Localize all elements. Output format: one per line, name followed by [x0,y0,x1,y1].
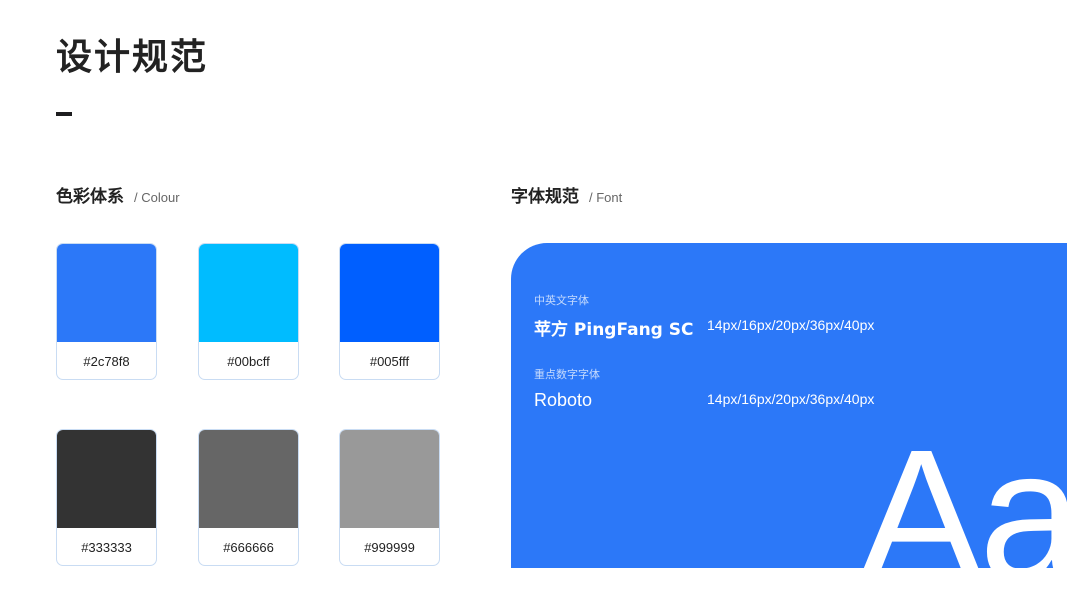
font-section-header: 字体规范 / Font [511,182,622,207]
swatch-color [340,244,439,342]
color-swatch: #00bcff [198,243,299,380]
swatch-color [199,244,298,342]
color-swatch: #999999 [339,429,440,566]
swatch-color [199,430,298,528]
font-sample-glyph: Aa [859,412,1067,569]
swatch-label: #2c78f8 [83,353,130,369]
font-sizes: 14px/16px/20px/36px/40px [707,391,875,407]
colour-section-title: 色彩体系 [56,187,124,207]
font-name: 苹方 PingFang SC [534,320,694,340]
swatch-label: #333333 [81,539,132,555]
font-sizes: 14px/16px/20px/36px/40px [707,317,875,333]
swatch-color [57,244,156,342]
font-section-subtitle: / Font [589,190,623,205]
colour-section-subtitle: / Colour [134,190,180,205]
title-underline [56,112,72,116]
color-swatch: #2c78f8 [56,243,157,380]
font-caption: 中英文字体 [534,294,589,307]
font-caption: 重点数字字体 [534,368,600,381]
color-swatch: #666666 [198,429,299,566]
swatch-color [340,430,439,528]
color-swatch: #333333 [56,429,157,566]
font-panel: 中英文字体 苹方 PingFang SC 14px/16px/20px/36px… [511,243,1067,568]
font-name: Roboto [534,390,593,410]
font-section-title: 字体规范 [511,187,579,207]
colour-section-header: 色彩体系 / Colour [56,182,180,207]
swatch-color [57,430,156,528]
page-title: 设计规范 [56,37,209,78]
color-swatch: #005fff [339,243,440,380]
swatch-label: #999999 [364,539,415,555]
swatch-label: #00bcff [227,353,270,369]
swatch-label: #666666 [223,539,274,555]
swatch-label: #005fff [369,353,410,369]
